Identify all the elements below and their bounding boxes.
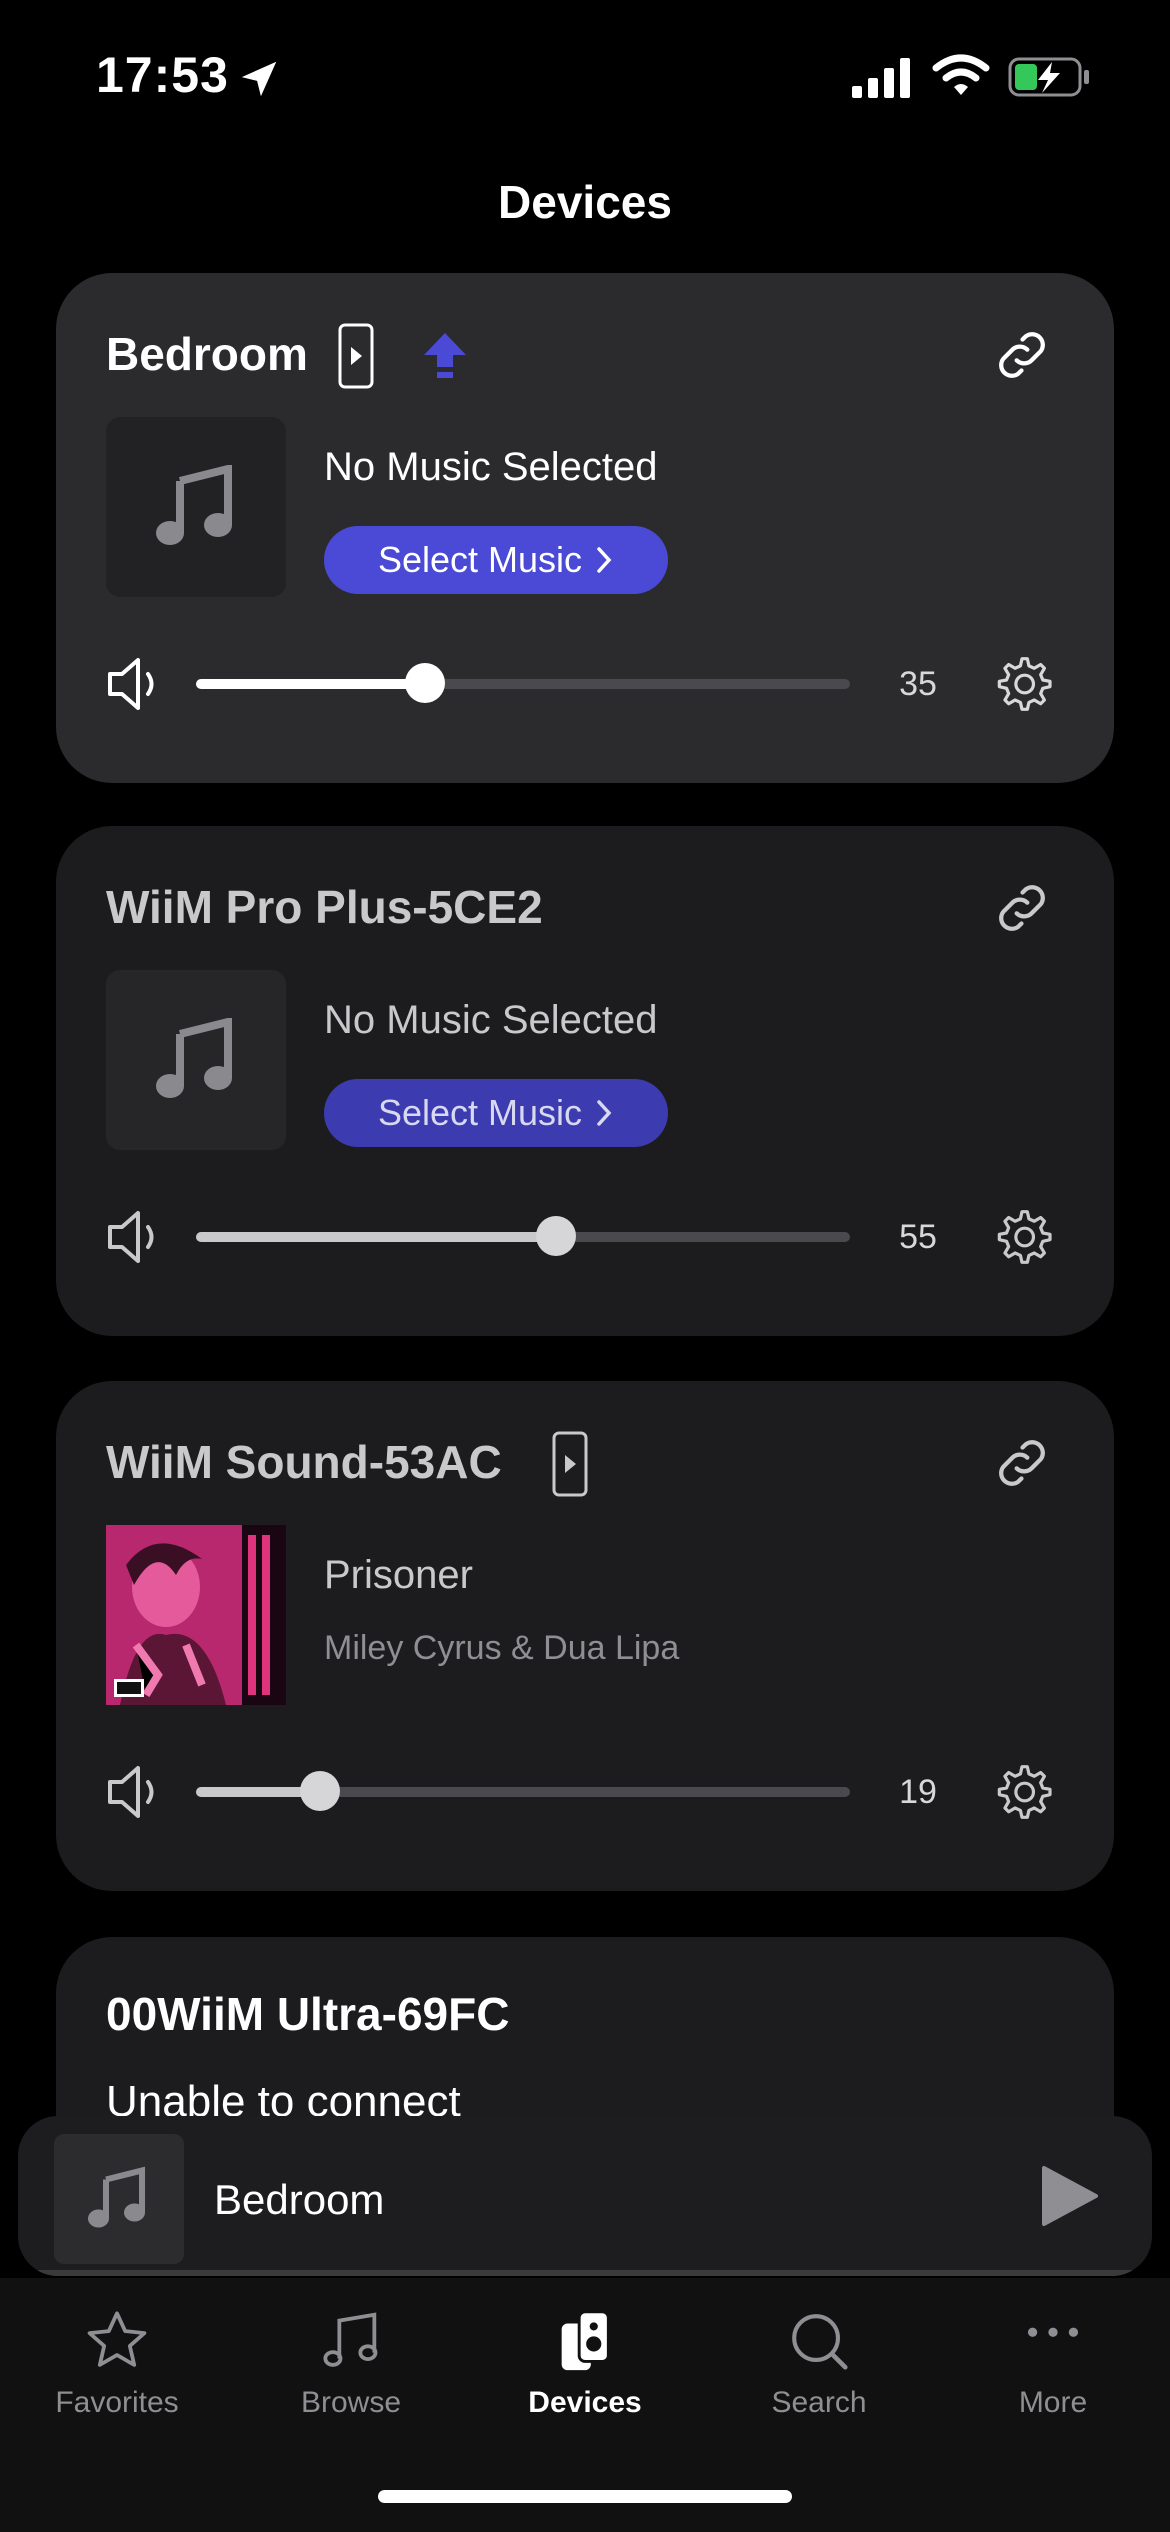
album-art-placeholder bbox=[106, 970, 286, 1150]
mini-player-device: Bedroom bbox=[214, 2176, 385, 2223]
track-artist: Miley Cyrus & Dua Lipa bbox=[324, 1629, 680, 1667]
gear-icon[interactable] bbox=[990, 652, 1054, 716]
home-indicator bbox=[378, 2490, 792, 2503]
volume-icon[interactable] bbox=[106, 1209, 164, 1265]
wifi-icon bbox=[932, 54, 990, 95]
volume-icon[interactable] bbox=[106, 656, 164, 712]
select-music-button[interactable]: Select Music bbox=[324, 1079, 668, 1147]
chevron-right-icon bbox=[597, 1100, 612, 1126]
volume-thumb[interactable] bbox=[300, 1771, 341, 1811]
input-source-icon bbox=[338, 323, 374, 389]
device-card-bedroom[interactable]: Bedroom No Music Selected Select Music 3… bbox=[56, 273, 1114, 783]
volume-fill bbox=[196, 1232, 556, 1242]
mini-album-art bbox=[54, 2134, 184, 2264]
volume-value: 35 bbox=[899, 665, 937, 703]
link-icon[interactable] bbox=[990, 876, 1054, 940]
volume-value: 55 bbox=[899, 1218, 937, 1256]
volume-slider[interactable] bbox=[196, 663, 850, 703]
play-icon[interactable] bbox=[1040, 2164, 1100, 2228]
select-music-label: Select Music bbox=[377, 539, 583, 580]
device-name: WiiM Pro Plus-5CE2 bbox=[106, 881, 543, 933]
music-note-icon bbox=[156, 465, 232, 545]
music-note-icon bbox=[323, 2312, 378, 2367]
mini-player[interactable]: Bedroom bbox=[18, 2116, 1152, 2276]
battery-charging-icon bbox=[1008, 57, 1089, 97]
device-name: 00WiiM Ultra-69FC bbox=[106, 1988, 510, 2040]
chevron-right-icon bbox=[597, 547, 612, 573]
tab-label: More bbox=[1018, 2386, 1088, 2419]
tab-devices[interactable]: Devices bbox=[468, 2306, 702, 2420]
tab-search[interactable]: Search bbox=[702, 2306, 936, 2420]
cellular-signal-icon bbox=[852, 58, 910, 98]
device-card-wiim-pro-plus[interactable]: WiiM Pro Plus-5CE2 No Music Selected Sel… bbox=[56, 826, 1114, 1336]
link-icon[interactable] bbox=[990, 1431, 1054, 1495]
album-cover-image bbox=[106, 1525, 286, 1705]
volume-value: 19 bbox=[899, 1773, 937, 1811]
volume-slider[interactable] bbox=[196, 1216, 850, 1256]
track-title: No Music Selected bbox=[324, 445, 658, 489]
gear-icon[interactable] bbox=[990, 1760, 1054, 1824]
tab-more[interactable]: More bbox=[936, 2306, 1170, 2420]
link-icon[interactable] bbox=[990, 323, 1054, 387]
search-icon bbox=[792, 2314, 848, 2370]
gear-icon[interactable] bbox=[990, 1205, 1054, 1269]
mini-progress-bar bbox=[18, 2270, 1152, 2276]
track-title: No Music Selected bbox=[324, 998, 658, 1042]
tab-browse[interactable]: Browse bbox=[234, 2306, 468, 2420]
speakers-icon bbox=[561, 2310, 610, 2371]
volume-thumb[interactable] bbox=[535, 1216, 576, 1256]
upgrade-arrow-icon[interactable] bbox=[422, 331, 468, 381]
device-card-wiim-sound[interactable]: WiiM Sound-53AC Prisoner Miley Cyrus & D… bbox=[56, 1381, 1114, 1891]
more-icon bbox=[1027, 2327, 1079, 2337]
tab-label: Browse bbox=[300, 2386, 402, 2419]
volume-icon[interactable] bbox=[106, 1764, 164, 1820]
select-music-label: Select Music bbox=[377, 1092, 583, 1133]
track-title: Prisoner bbox=[324, 1553, 473, 1597]
star-icon bbox=[87, 2311, 147, 2367]
device-name: WiiM Sound-53AC bbox=[106, 1436, 502, 1488]
input-source-icon bbox=[552, 1431, 588, 1497]
volume-thumb[interactable] bbox=[404, 663, 445, 703]
music-note-icon bbox=[156, 1018, 232, 1098]
tab-label: Favorites bbox=[55, 2386, 179, 2419]
status-bar: 17:53 bbox=[0, 0, 1170, 150]
device-name: Bedroom bbox=[106, 328, 308, 380]
tab-favorites[interactable]: Favorites bbox=[0, 2306, 234, 2420]
tab-label: Devices bbox=[528, 2386, 642, 2419]
music-note-icon bbox=[88, 2166, 145, 2228]
volume-fill bbox=[196, 679, 425, 689]
page-title: Devices bbox=[498, 176, 672, 228]
album-art-placeholder bbox=[106, 417, 286, 597]
location-arrow-icon bbox=[241, 61, 277, 97]
status-time: 17:53 bbox=[96, 47, 229, 103]
volume-slider[interactable] bbox=[196, 1771, 850, 1811]
tab-label: Search bbox=[771, 2386, 867, 2419]
select-music-button[interactable]: Select Music bbox=[324, 526, 668, 594]
